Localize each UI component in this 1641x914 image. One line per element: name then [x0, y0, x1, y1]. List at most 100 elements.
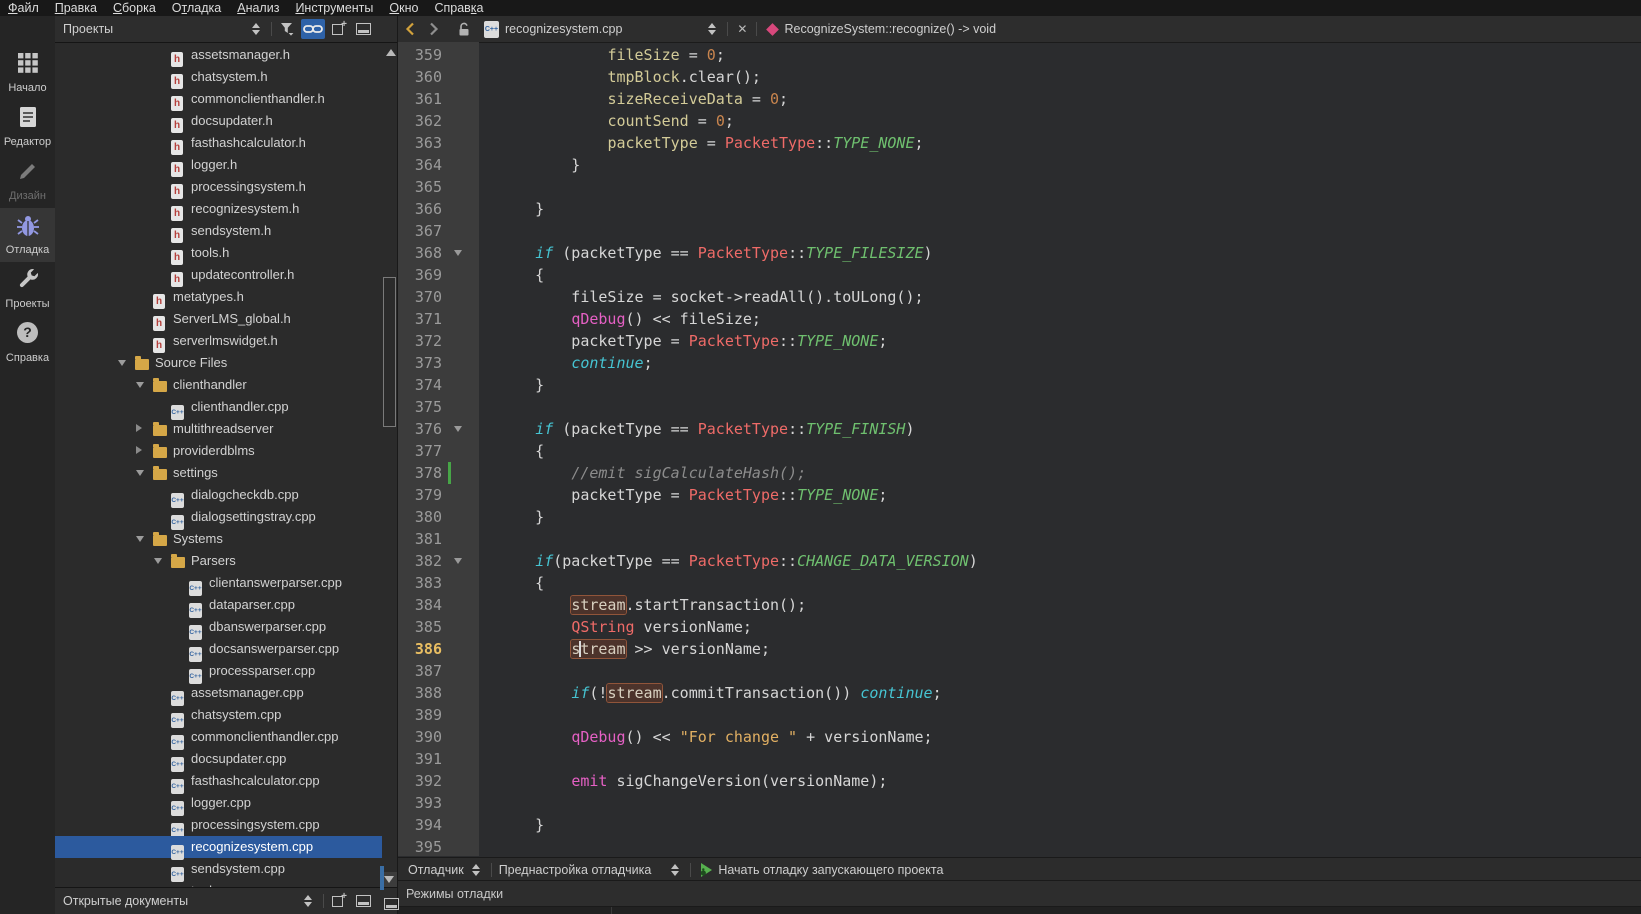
code-line-372[interactable]: packetType = PacketType::TYPE_NONE;	[479, 330, 1641, 352]
tree-item-Systems[interactable]: Systems	[55, 528, 382, 550]
document-sort-icon[interactable]	[702, 19, 722, 39]
toggle-sidebar-icon[interactable]	[384, 897, 399, 914]
code-line-392[interactable]: emit sigChangeVersion(versionName);	[479, 770, 1641, 792]
tree-item-clienthandler[interactable]: clienthandler	[55, 374, 382, 396]
code-line-362[interactable]: countSend = 0;	[479, 110, 1641, 132]
code-lines[interactable]: fileSize = 0; tmpBlock.clear(); sizeRece…	[479, 42, 1641, 856]
sync-with-editor-icon[interactable]	[301, 19, 325, 39]
expanded-arrow-icon[interactable]	[136, 470, 144, 476]
tree-item-logger.cpp[interactable]: C++logger.cpp	[55, 792, 382, 814]
mode-Проекты[interactable]: Проекты	[0, 262, 55, 316]
code-line-373[interactable]: continue;	[479, 352, 1641, 374]
panel-sort-icon[interactable]	[298, 891, 318, 911]
code-line-367[interactable]	[479, 220, 1641, 242]
tree-item-ServerLMS_global.h[interactable]: hServerLMS_global.h	[55, 308, 382, 330]
code-line-390[interactable]: qDebug() << "For change " + versionName;	[479, 726, 1641, 748]
tree-item-processingsystem.h[interactable]: hprocessingsystem.h	[55, 176, 382, 198]
fold-marker-icon[interactable]	[454, 426, 462, 432]
fold-marker-icon[interactable]	[454, 558, 462, 564]
tree-item-commonclienthandler.cpp[interactable]: C++commonclienthandler.cpp	[55, 726, 382, 748]
mode-Редактор[interactable]: Редактор	[0, 100, 55, 154]
expanded-arrow-icon[interactable]	[136, 536, 144, 542]
open-file-name[interactable]: recognizesystem.cpp	[505, 22, 622, 36]
code-line-363[interactable]: packetType = PacketType::TYPE_NONE;	[479, 132, 1641, 154]
collapsed-arrow-icon[interactable]	[136, 424, 142, 432]
menu-item-0[interactable]: Файл	[0, 0, 47, 16]
code-line-379[interactable]: packetType = PacketType::TYPE_NONE;	[479, 484, 1641, 506]
current-symbol[interactable]: RecognizeSystem::recognize() -> void	[784, 22, 996, 36]
code-line-376[interactable]: if (packetType == PacketType::TYPE_FINIS…	[479, 418, 1641, 440]
menu-item-1[interactable]: Правка	[47, 0, 105, 16]
code-line-391[interactable]	[479, 748, 1641, 770]
code-line-389[interactable]	[479, 704, 1641, 726]
code-line-378[interactable]: //emit sigCalculateHash();	[479, 462, 1641, 484]
start-debugging-label[interactable]: Начать отладку запускающего проекта	[718, 863, 943, 877]
tree-scrollbar-up-icon[interactable]	[384, 46, 398, 58]
tree-item-Parsers[interactable]: Parsers	[55, 550, 382, 572]
tree-item-sendsystem.cpp[interactable]: C++sendsystem.cpp	[55, 858, 382, 880]
tree-item-processparser.cpp[interactable]: C++processparser.cpp	[55, 660, 382, 682]
code-line-381[interactable]	[479, 528, 1641, 550]
dropdown-arrows-icon[interactable]	[665, 860, 685, 880]
code-line-361[interactable]: sizeReceiveData = 0;	[479, 88, 1641, 110]
code-line-374[interactable]: }	[479, 374, 1641, 396]
tree-item-chatsystem.h[interactable]: hchatsystem.h	[55, 66, 382, 88]
code-line-364[interactable]: }	[479, 154, 1641, 176]
code-line-387[interactable]	[479, 660, 1641, 682]
tree-item-processingsystem.cpp[interactable]: C++processingsystem.cpp	[55, 814, 382, 836]
code-line-360[interactable]: tmpBlock.clear();	[479, 66, 1641, 88]
code-line-368[interactable]: if (packetType == PacketType::TYPE_FILES…	[479, 242, 1641, 264]
code-editor[interactable]: 3593603613623633643653663673683693703713…	[398, 42, 1641, 856]
unlocked-icon[interactable]	[454, 19, 474, 39]
filter-icon[interactable]	[277, 19, 297, 39]
tree-item-assetsmanager.cpp[interactable]: C++assetsmanager.cpp	[55, 682, 382, 704]
tree-item-dbanswerparser.cpp[interactable]: C++dbanswerparser.cpp	[55, 616, 382, 638]
tree-item-updatecontroller.h[interactable]: hupdatecontroller.h	[55, 264, 382, 286]
fold-marker-icon[interactable]	[454, 250, 462, 256]
tree-item-clienthandler.cpp[interactable]: C++clienthandler.cpp	[55, 396, 382, 418]
split-icon[interactable]: +	[329, 19, 349, 39]
code-line-366[interactable]: }	[479, 198, 1641, 220]
code-line-375[interactable]	[479, 396, 1641, 418]
code-line-395[interactable]	[479, 836, 1641, 856]
tree-item-chatsystem.cpp[interactable]: C++chatsystem.cpp	[55, 704, 382, 726]
tree-item-multithreadserver[interactable]: multithreadserver	[55, 418, 382, 440]
expanded-arrow-icon[interactable]	[118, 360, 126, 366]
code-line-365[interactable]	[479, 176, 1641, 198]
collapsed-arrow-icon[interactable]	[136, 446, 142, 454]
code-line-384[interactable]: stream.startTransaction();	[479, 594, 1641, 616]
close-document-icon[interactable]: ✕	[731, 22, 753, 36]
tree-item-recognizesystem.h[interactable]: hrecognizesystem.h	[55, 198, 382, 220]
code-line-393[interactable]	[479, 792, 1641, 814]
mode-Отладка[interactable]: Отладка	[0, 208, 55, 262]
code-line-386[interactable]: stream >> versionName;	[479, 638, 1641, 660]
tree-item-docsupdater.cpp[interactable]: C++docsupdater.cpp	[55, 748, 382, 770]
tree-item-Source-Files[interactable]: Source Files	[55, 352, 382, 374]
code-line-394[interactable]: }	[479, 814, 1641, 836]
mode-Справка[interactable]: ?Справка	[0, 316, 55, 370]
code-line-385[interactable]: QString versionName;	[479, 616, 1641, 638]
tree-item-docsanswerparser.cpp[interactable]: C++docsanswerparser.cpp	[55, 638, 382, 660]
code-line-377[interactable]: {	[479, 440, 1641, 462]
menu-item-3[interactable]: Отладка	[164, 0, 229, 16]
tree-item-tools.h[interactable]: htools.h	[55, 242, 382, 264]
tree-item-fasthashcalculator.cpp[interactable]: C++fasthashcalculator.cpp	[55, 770, 382, 792]
split-icon[interactable]: +	[329, 891, 349, 911]
start-debugging-icon[interactable]	[696, 860, 716, 880]
forward-icon[interactable]	[424, 19, 444, 39]
tree-item-assetsmanager.h[interactable]: hassetsmanager.h	[55, 44, 382, 66]
tree-item-sendsystem.h[interactable]: hsendsystem.h	[55, 220, 382, 242]
menu-item-7[interactable]: Справка	[426, 0, 491, 16]
tree-item-settings[interactable]: settings	[55, 462, 382, 484]
code-line-371[interactable]: qDebug() << fileSize;	[479, 308, 1641, 330]
code-line-369[interactable]: {	[479, 264, 1641, 286]
panel-sort-icon[interactable]	[246, 19, 266, 39]
tree-item-serverlmswidget.h[interactable]: hserverlmswidget.h	[55, 330, 382, 352]
tree-item-commonclienthandler.h[interactable]: hcommonclienthandler.h	[55, 88, 382, 110]
code-line-388[interactable]: if(!stream.commitTransaction()) continue…	[479, 682, 1641, 704]
menu-item-4[interactable]: Анализ	[229, 0, 287, 16]
tree-item-recognizesystem.cpp[interactable]: C++recognizesystem.cpp	[55, 836, 382, 858]
mode-Начало[interactable]: Начало	[0, 46, 55, 100]
expanded-arrow-icon[interactable]	[154, 558, 162, 564]
tree-item-fasthashcalculator.h[interactable]: hfasthashcalculator.h	[55, 132, 382, 154]
